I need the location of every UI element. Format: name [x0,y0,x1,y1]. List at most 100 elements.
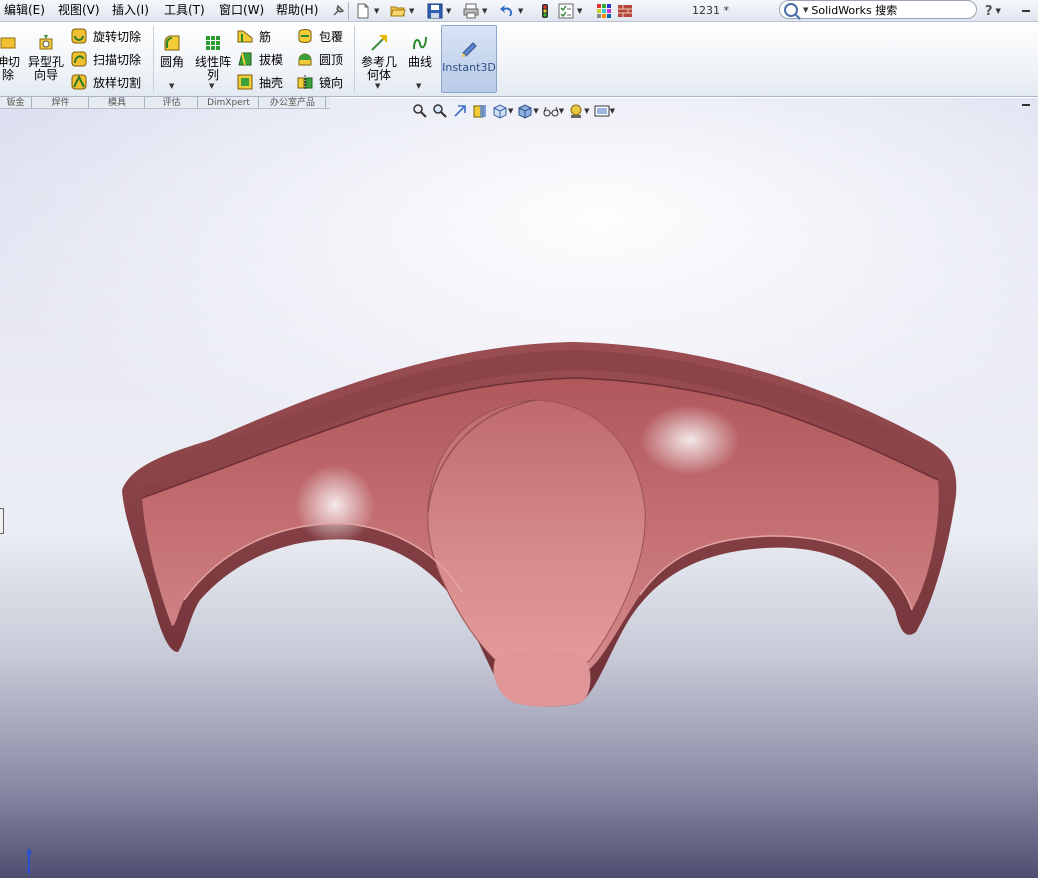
curves-button[interactable]: 曲线 [404,34,436,69]
instant3d-icon [462,42,477,57]
extruded-cut-icon [0,37,16,49]
menu-view[interactable]: 视图(V) [58,3,100,17]
command-tabs: 钣金 焊件 模具 评估 DimXpert 办公室产品 [0,97,330,109]
reference-geometry-button[interactable]: 参考几 何体 [359,34,399,82]
swept-cut-button[interactable]: 扫描切除 [71,49,141,69]
new-document-button[interactable]: ▼ [355,2,379,20]
fillet-dropdown-icon[interactable]: ▼ [169,82,174,90]
revolved-cut-button[interactable]: 旋转切除 [71,26,141,46]
curves-dropdown-icon[interactable]: ▼ [416,82,421,90]
open-folder-icon [390,6,406,17]
new-document-icon [357,3,369,19]
previous-view-icon[interactable] [452,103,468,119]
search-input[interactable]: ▼ SolidWorks 搜索 [779,0,977,19]
viewport-minimize-icon[interactable] [1022,104,1030,106]
scene-icon [594,105,610,117]
model-highlight [640,405,740,475]
wrap-button[interactable]: 包覆 [297,26,343,46]
options-button[interactable]: ▼ [558,2,582,20]
reference-geometry-dropdown-icon[interactable]: ▼ [375,82,380,90]
pin-icon[interactable] [330,2,346,20]
menu-insert[interactable]: 插入(I) [112,3,149,17]
linear-pattern-label-2: 列 [206,68,219,82]
tab-evaluate[interactable]: 评估 [146,97,198,109]
instant3d-button[interactable]: Instant3D [441,25,497,93]
menu-edit[interactable]: 编辑(E) [4,3,45,17]
help-button[interactable]: ? ▼ [985,2,1001,20]
revolved-cut-label: 旋转切除 [93,29,142,44]
tab-sheet-metal[interactable]: 钣金 [0,97,32,109]
rib-button[interactable]: 筋 [237,26,271,46]
fillet-icon [164,35,180,51]
grid-button[interactable] [596,2,612,20]
document-title: 1231 * [692,4,729,17]
print-button[interactable]: ▼ [463,2,487,20]
wrap-icon [298,29,312,43]
minimize-app-icon[interactable] [1022,10,1030,12]
linear-pattern-icon [206,36,220,50]
menu-tools[interactable]: 工具(T) [164,3,205,17]
scene-button[interactable]: ▼ [594,103,615,119]
mirror-button[interactable]: 镜向 [297,72,343,92]
graphics-area[interactable]: ▼ ▼ ▼ ▼ ▼ z [0,98,1038,878]
extruded-cut-label-2: 除 [1,68,14,82]
rib-icon [237,30,253,43]
traffic-light-icon [542,4,548,18]
lofted-cut-icon [71,74,87,90]
dome-label: 圆顶 [319,52,344,67]
linear-pattern-button[interactable]: 线性阵 列 [193,34,233,82]
tab-mold-tools[interactable]: 模具 [90,97,145,109]
rib-label: 筋 [259,29,272,44]
draft-icon [238,52,252,66]
panel-expand-handle[interactable] [0,508,4,534]
color-grid-icon [597,4,611,18]
save-button[interactable]: ▼ [427,2,451,20]
model-bottom-lip [493,649,591,707]
zoom-to-fit-icon[interactable] [412,103,428,119]
appearance-button[interactable]: ▼ [568,103,590,119]
hide-show-button[interactable]: ▼ [543,103,564,119]
model-highlight [295,465,375,545]
search-icon [784,2,798,17]
draft-button[interactable]: 拔模 [237,49,283,69]
help-icon: ? [985,3,993,19]
checklist-icon [558,3,574,19]
extruded-cut-button[interactable]: 伸切 除 [0,34,20,82]
view-orientation-button[interactable]: ▼ [492,103,513,119]
chevron-down-icon[interactable]: ▼ [803,6,808,14]
hole-wizard-icon [39,35,53,50]
hole-wizard-button[interactable]: 异型孔 向导 [27,34,65,82]
display-style-button[interactable]: ▼ [517,103,539,119]
tab-weldments[interactable]: 焊件 [33,97,89,109]
swept-cut-label: 扫描切除 [93,52,142,67]
reference-geometry-icon [371,35,387,51]
heads-up-view-toolbar: ▼ ▼ ▼ ▼ ▼ [412,102,615,120]
lofted-cut-button[interactable]: 放样切割 [71,72,141,92]
open-button[interactable]: ▼ [390,2,414,20]
svg-text:z: z [26,866,30,874]
tab-office-products[interactable]: 办公室产品 [260,97,326,109]
undo-button[interactable]: ▼ [499,2,523,20]
curves-icon [413,36,427,50]
draft-label: 拔模 [259,52,284,67]
shell-button[interactable]: 抽壳 [237,72,283,92]
ribbon-separator [354,26,355,92]
search-placeholder: SolidWorks 搜索 [811,3,898,17]
section-view-icon[interactable] [472,103,488,119]
zoom-to-area-icon[interactable] [432,103,448,119]
dome-icon [298,53,312,66]
lofted-cut-label: 放样切割 [93,75,142,90]
tab-dimxpert[interactable]: DimXpert [199,97,259,109]
fillet-button[interactable]: 圆角 [158,34,186,69]
menu-bar: 编辑(E) 视图(V) 插入(I) 工具(T) 窗口(W) 帮助(H) ▼ ▼ … [0,0,1038,22]
brick-icon [618,5,632,17]
menu-help[interactable]: 帮助(H) [276,3,318,17]
wrap-label: 包覆 [319,29,344,44]
menu-window[interactable]: 窗口(W) [219,3,264,17]
linear-pattern-dropdown-icon[interactable]: ▼ [209,82,214,90]
material-button[interactable] [617,2,633,20]
undo-icon [500,5,513,16]
display-style-icon [518,104,532,119]
dome-button[interactable]: 圆顶 [297,49,343,69]
rebuild-button[interactable] [537,2,553,20]
